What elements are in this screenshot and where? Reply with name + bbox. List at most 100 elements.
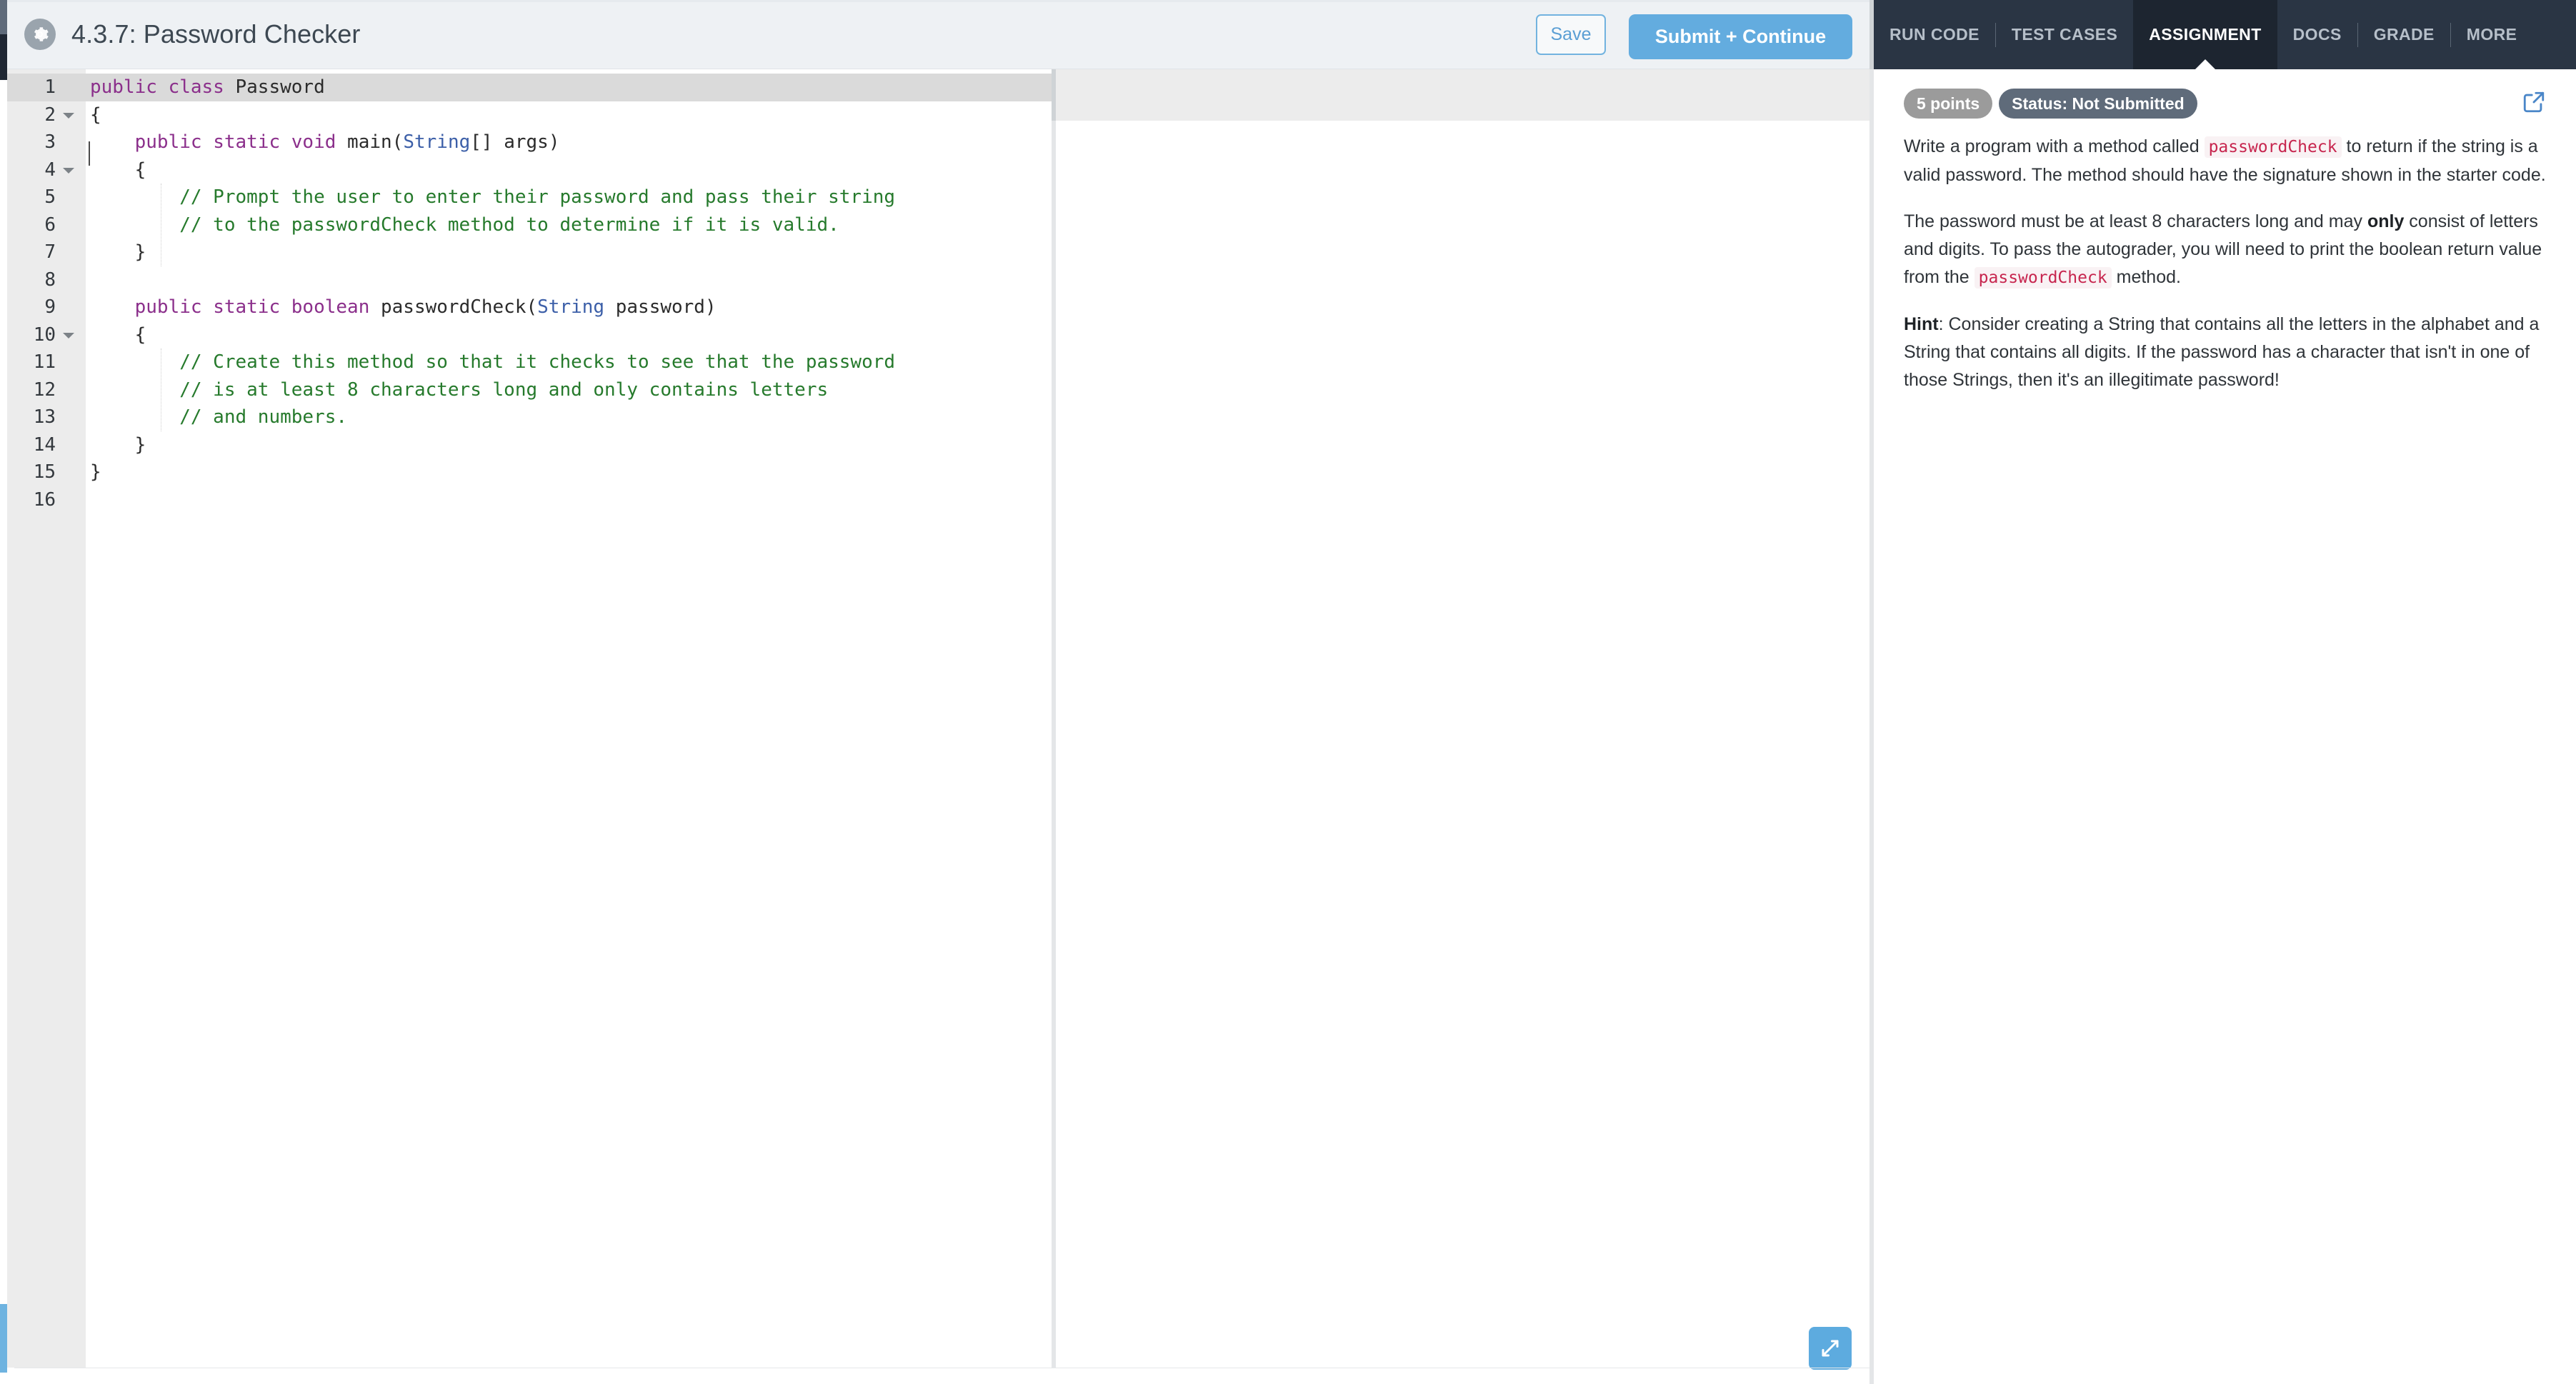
code-line[interactable]: } [86,431,1052,459]
line-number: 12 [33,378,56,401]
tab-grade[interactable]: GRADE [2358,0,2450,69]
line-number: 9 [44,296,56,318]
code-token: public static boolean [134,296,381,318]
left-rail [0,0,7,1384]
tab-test-cases[interactable]: TEST CASES [1996,0,2133,69]
line-number: 5 [44,186,56,208]
header-bar: 4.3.7: Password Checker Save Submit + Co… [7,0,1869,69]
rail-segment-accent[interactable] [0,1304,7,1373]
code-line[interactable]: { [86,101,1052,129]
gear-icon[interactable] [24,19,56,50]
code-token: // and numbers. [90,406,348,428]
fold-arrow-icon[interactable] [63,167,74,174]
code-line[interactable]: { [86,156,1052,184]
code-token: String [403,131,471,153]
emphasis-text: only [2367,211,2405,231]
tab-label: ASSIGNMENT [2149,25,2262,44]
code-token: } [90,433,146,456]
code-token: } [90,241,146,263]
submit-continue-button[interactable]: Submit + Continue [1629,14,1852,59]
line-number: 2 [7,101,86,129]
code-content[interactable]: public class Password { public static voi… [86,69,1052,1368]
tab-run-code[interactable]: RUN CODE [1874,0,1995,69]
code-token: { [90,159,146,181]
code-token: // Create this method so that it checks … [90,351,896,373]
code-token: passwordCheck( [381,296,538,318]
fold-arrow-icon[interactable] [63,112,74,119]
line-number: 13 [33,406,56,428]
paragraph-text: Write a program with a method called [1904,136,2205,156]
tab-more[interactable]: MORE [2451,0,2533,69]
code-line[interactable]: } [86,458,1052,486]
inline-code: passwordCheck [1974,267,2112,289]
line-number-gutter: 1 2 3 4 5 6 7 8 9 10 11 12 13 14 15 16 [7,69,86,1368]
code-line[interactable]: public static boolean passwordCheck(Stri… [86,294,1052,321]
line-number: 6 [44,214,56,236]
code-line[interactable]: { [86,321,1052,349]
code-line[interactable]: // and numbers. [86,403,1052,431]
save-button[interactable]: Save [1536,14,1606,55]
points-badge: 5 points [1904,89,1993,119]
code-line[interactable]: } [86,239,1052,266]
tab-assignment[interactable]: ASSIGNMENT [2133,0,2277,69]
code-line[interactable]: public static void main(String[] args) [86,129,1052,156]
code-line[interactable]: // is at least 8 characters long and onl… [86,376,1052,404]
code-line[interactable] [86,486,1052,514]
active-tab-pointer-icon [2195,59,2215,69]
assignment-description: Write a program with a method called pas… [1904,133,2546,394]
fold-arrow-icon[interactable] [63,332,74,339]
console-pane[interactable] [1056,69,1869,1368]
code-token: [] args) [470,131,560,153]
assignment-paragraph: Write a program with a method called pas… [1904,133,2546,189]
horizontal-scrollbar-track[interactable] [7,1375,1869,1384]
assignment-badges: 5 points Status: Not Submitted [1904,87,2546,120]
tab-docs[interactable]: DOCS [2277,0,2357,69]
inline-code: passwordCheck [2204,136,2342,158]
panel-tab-bar: RUN CODE TEST CASES ASSIGNMENT DOCS GRADE MOR… [1874,0,2576,69]
code-editor[interactable]: 1 2 3 4 5 6 7 8 9 10 11 12 13 14 15 16 public class Pas… [7,69,1052,1368]
code-token: password) [604,296,717,318]
code-token: main( [347,131,404,153]
rail-segment-top [0,0,7,34]
code-token: } [90,461,101,483]
paragraph-text: The password must be at least 8 characte… [1904,211,2367,231]
line-number: 15 [33,461,56,483]
line-number: 8 [44,269,56,291]
code-line[interactable]: public class Password [86,74,1052,101]
code-line[interactable]: // Create this method so that it checks … [86,348,1052,376]
external-link-icon[interactable] [2522,90,2546,114]
code-token: { [90,104,101,126]
tab-label: TEST CASES [2011,25,2118,44]
line-number: 11 [33,351,56,373]
page-title: 4.3.7: Password Checker [71,19,361,49]
code-line[interactable] [86,266,1052,294]
status-badge: Status: Not Submitted [1999,89,2197,119]
emphasis-text: Hint [1904,314,1939,334]
tab-label: DOCS [2292,25,2342,44]
expand-diagonal-icon[interactable] [1809,1327,1852,1370]
line-number: 14 [33,433,56,456]
paragraph-text: : Consider creating a String that contai… [1904,314,2540,390]
paragraph-text: method. [2111,267,2181,287]
code-token: { [90,324,146,346]
line-number: 7 [44,241,56,263]
assignment-paragraph: The password must be at least 8 characte… [1904,208,2546,292]
code-token: Password [235,76,325,98]
console-top-strip [1056,69,1869,121]
tab-label: GRADE [2373,25,2435,44]
assignment-paragraph: Hint: Consider creating a String that co… [1904,311,2546,394]
header-top-line [7,0,1869,2]
code-line[interactable]: // Prompt the user to enter their passwo… [86,184,1052,211]
line-number: 16 [33,488,56,511]
right-panel: RUN CODE TEST CASES ASSIGNMENT DOCS GRADE MOR… [1874,0,2576,1384]
tab-label: RUN CODE [1889,25,1980,44]
line-number: 1 [7,74,86,101]
code-line[interactable]: // to the passwordCheck method to determ… [86,211,1052,239]
code-token: // Prompt the user to enter their passwo… [90,186,896,208]
code-token: public static void [134,131,348,153]
tab-label: MORE [2466,25,2517,44]
assignment-panel-body: 5 points Status: Not Submitted Write a p… [1874,69,2576,1384]
line-number: 10 [7,321,86,349]
